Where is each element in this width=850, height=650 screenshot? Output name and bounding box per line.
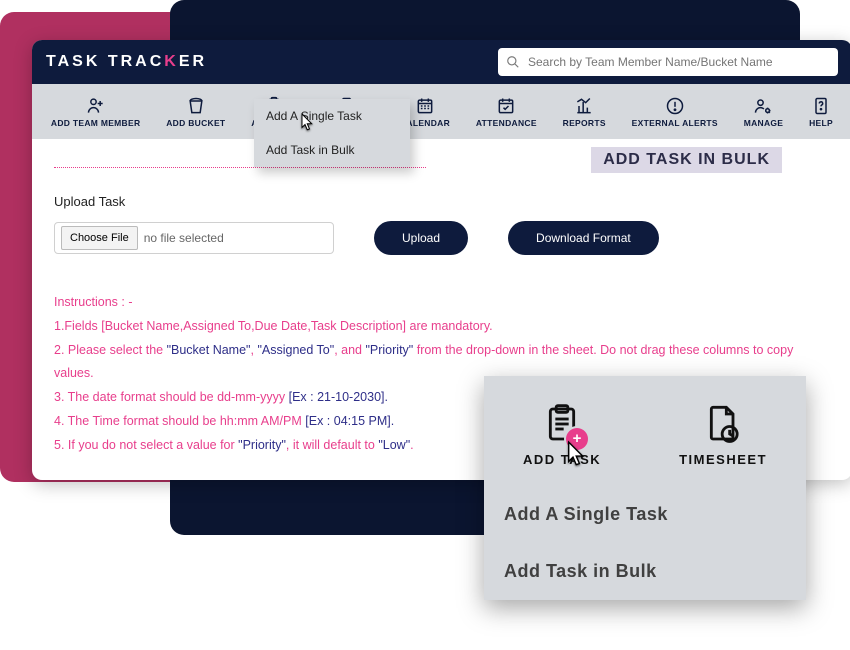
- zoom-timesheet-label: TIMESHEET: [679, 452, 767, 467]
- brand-tracker-1: TRAC: [108, 53, 164, 70]
- chart-icon: [574, 96, 594, 116]
- tool-add-bucket[interactable]: ADD BUCKET: [166, 96, 225, 128]
- person-plus-icon: [86, 96, 106, 116]
- toolbar: ADD TEAM MEMBER ADD BUCKET ADD TASK TIME…: [32, 84, 850, 139]
- calendar-check-icon: [496, 96, 516, 116]
- choose-file-button[interactable]: Choose File: [61, 226, 138, 250]
- tool-label: HELP: [809, 118, 833, 128]
- brand-task: TASK: [46, 53, 100, 70]
- titlebar: TASK TRACKER: [32, 40, 850, 84]
- bucket-icon: [186, 96, 206, 116]
- brand-pink: K: [164, 53, 179, 70]
- dropdown-add-task-bulk[interactable]: Add Task in Bulk: [254, 133, 410, 167]
- file-clock-icon: [703, 402, 743, 446]
- instruction-1: 1.Fields [Bucket Name,Assigned To,Due Da…: [54, 315, 830, 339]
- zoom-dropdown-add-bulk[interactable]: Add Task in Bulk: [484, 543, 806, 600]
- tool-manage[interactable]: MANAGE: [744, 96, 784, 128]
- file-input[interactable]: Choose File no file selected: [54, 222, 334, 254]
- upload-button[interactable]: Upload: [374, 221, 468, 255]
- tool-external-alerts[interactable]: EXTERNAL ALERTS: [632, 96, 718, 128]
- alert-icon: [665, 96, 685, 116]
- search-box[interactable]: [498, 48, 838, 76]
- zoom-toolbar: + ADD TASK TIMESHEET: [484, 376, 806, 486]
- person-gear-icon: [753, 96, 773, 116]
- page-title: ADD TASK IN BULK: [591, 147, 782, 173]
- tool-attendance[interactable]: ATTENDANCE: [476, 96, 537, 128]
- download-format-button[interactable]: Download Format: [508, 221, 659, 255]
- tool-label: REPORTS: [563, 118, 606, 128]
- zoom-inset: + ADD TASK TIMESHEET Add A Single Task A…: [484, 376, 806, 600]
- zoom-dropdown: Add A Single Task Add Task in Bulk: [484, 486, 806, 600]
- zoom-dropdown-add-single[interactable]: Add A Single Task: [484, 486, 806, 543]
- dropdown-add-single-task[interactable]: Add A Single Task: [254, 99, 410, 133]
- cursor-icon: [296, 112, 314, 134]
- calendar-icon: [415, 96, 435, 116]
- no-file-text: no file selected: [144, 231, 224, 245]
- tool-label: MANAGE: [744, 118, 784, 128]
- tool-add-team-member[interactable]: ADD TEAM MEMBER: [51, 96, 141, 128]
- search-input[interactable]: [528, 55, 830, 69]
- tool-reports[interactable]: REPORTS: [563, 96, 606, 128]
- tool-label: EXTERNAL ALERTS: [632, 118, 718, 128]
- zoom-tool-timesheet[interactable]: TIMESHEET: [679, 402, 767, 467]
- tool-help[interactable]: HELP: [809, 96, 833, 128]
- divider: [54, 167, 426, 168]
- tool-label: ATTENDANCE: [476, 118, 537, 128]
- upload-label: Upload Task: [54, 194, 830, 209]
- search-icon: [506, 55, 520, 69]
- upload-section: Upload Task Choose File no file selected…: [54, 194, 830, 255]
- add-task-dropdown: Add A Single Task Add Task in Bulk: [254, 99, 410, 167]
- tool-label: ADD TEAM MEMBER: [51, 118, 141, 128]
- cursor-icon: [560, 440, 586, 470]
- help-book-icon: [811, 96, 831, 116]
- clipboard-plus-icon: +: [542, 402, 582, 446]
- tool-label: ADD BUCKET: [166, 118, 225, 128]
- instructions-header: Instructions : -: [54, 291, 830, 315]
- upload-row: Choose File no file selected Upload Down…: [54, 221, 830, 255]
- brand-tracker-2: ER: [179, 53, 207, 70]
- brand-logo: TASK TRACKER: [46, 53, 207, 71]
